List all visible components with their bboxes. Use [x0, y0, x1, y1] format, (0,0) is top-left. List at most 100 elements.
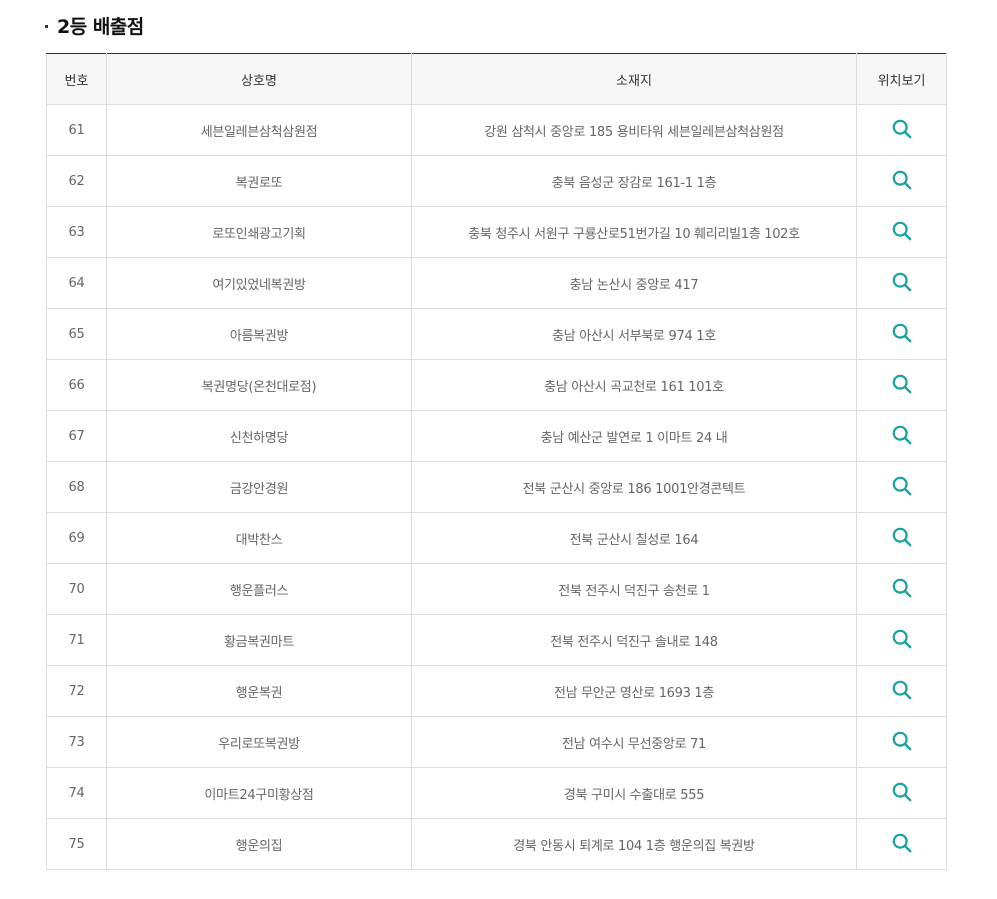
row-location-cell	[856, 818, 947, 870]
table-row: 70 행운플러스 전북 전주시 덕진구 송천로 1	[46, 563, 947, 615]
search-icon	[892, 323, 911, 343]
row-location-cell	[856, 563, 947, 615]
row-number: 74	[46, 767, 107, 819]
table-header-row: 번호 상호명 소재지 위치보기	[46, 53, 947, 105]
row-shop-name: 금강안경원	[106, 461, 412, 513]
view-location-button[interactable]	[890, 321, 914, 345]
search-icon	[892, 527, 911, 547]
row-number: 68	[46, 461, 107, 513]
row-address: 충남 논산시 중앙로 417	[411, 257, 857, 309]
row-shop-name: 복권명당(온천대로점)	[106, 359, 412, 411]
row-shop-name: 행운복권	[106, 665, 412, 717]
row-location-cell	[856, 410, 947, 462]
row-number: 64	[46, 257, 107, 309]
row-number: 75	[46, 818, 107, 870]
row-location-cell	[856, 767, 947, 819]
view-location-button[interactable]	[890, 423, 914, 447]
view-location-button[interactable]	[890, 372, 914, 396]
row-location-cell	[856, 155, 947, 207]
row-shop-name: 황금복권마트	[106, 614, 412, 666]
table-body: 61 세븐일레븐삼척삼원점 강원 삼척시 중앙로 185 용비타워 세븐일레븐삼…	[46, 104, 947, 870]
search-icon	[892, 374, 911, 394]
table-row: 75 행운의집 경북 안동시 퇴계로 104 1층 행운의집 복권방	[46, 818, 947, 870]
search-icon	[892, 425, 911, 445]
row-shop-name: 신천하명당	[106, 410, 412, 462]
search-icon	[892, 170, 911, 190]
view-location-button[interactable]	[890, 831, 914, 855]
view-location-button[interactable]	[890, 525, 914, 549]
header-address: 소재지	[411, 53, 857, 105]
view-location-button[interactable]	[890, 270, 914, 294]
row-location-cell	[856, 461, 947, 513]
view-location-button[interactable]	[890, 219, 914, 243]
row-number: 63	[46, 206, 107, 258]
search-icon	[892, 629, 911, 649]
row-address: 충남 예산군 발연로 1 이마트 24 내	[411, 410, 857, 462]
row-shop-name: 이마트24구미황상점	[106, 767, 412, 819]
row-address: 전북 군산시 칠성로 164	[411, 512, 857, 564]
row-number: 71	[46, 614, 107, 666]
search-icon	[892, 680, 911, 700]
view-location-button[interactable]	[890, 474, 914, 498]
row-address: 충남 아산시 서부북로 974 1호	[411, 308, 857, 360]
row-shop-name: 여기있었네복권방	[106, 257, 412, 309]
table-row: 64 여기있었네복권방 충남 논산시 중앙로 417	[46, 257, 947, 309]
row-number: 62	[46, 155, 107, 207]
row-number: 66	[46, 359, 107, 411]
row-location-cell	[856, 308, 947, 360]
header-location: 위치보기	[856, 53, 947, 105]
table-row: 68 금강안경원 전북 군산시 중앙로 186 1001안경콘텍트	[46, 461, 947, 513]
row-address: 강원 삼척시 중앙로 185 용비타워 세븐일레븐삼척삼원점	[411, 104, 857, 156]
row-shop-name: 대박찬스	[106, 512, 412, 564]
row-address: 전북 전주시 덕진구 솔내로 148	[411, 614, 857, 666]
row-address: 충북 음성군 장감로 161-1 1층	[411, 155, 857, 207]
row-shop-name: 행운플러스	[106, 563, 412, 615]
header-shop-name: 상호명	[106, 53, 412, 105]
row-number: 61	[46, 104, 107, 156]
row-number: 70	[46, 563, 107, 615]
row-shop-name: 복권로또	[106, 155, 412, 207]
row-address: 충남 아산시 곡교천로 161 101호	[411, 359, 857, 411]
search-icon	[892, 782, 911, 802]
search-icon	[892, 221, 911, 241]
table-row: 65 아름복권방 충남 아산시 서부북로 974 1호	[46, 308, 947, 360]
search-icon	[892, 272, 911, 292]
table-row: 69 대박찬스 전북 군산시 칠성로 164	[46, 512, 947, 564]
section-title-text: 2등 배출점	[57, 15, 144, 38]
view-location-button[interactable]	[890, 729, 914, 753]
search-icon	[892, 476, 911, 496]
table-row: 62 복권로또 충북 음성군 장감로 161-1 1층	[46, 155, 947, 207]
view-location-button[interactable]	[890, 168, 914, 192]
row-location-cell	[856, 716, 947, 768]
row-location-cell	[856, 614, 947, 666]
table-row: 66 복권명당(온천대로점) 충남 아산시 곡교천로 161 101호	[46, 359, 947, 411]
view-location-button[interactable]	[890, 678, 914, 702]
search-icon	[892, 833, 911, 853]
row-address: 경북 안동시 퇴계로 104 1층 행운의집 복권방	[411, 818, 857, 870]
row-address: 전북 군산시 중앙로 186 1001안경콘텍트	[411, 461, 857, 513]
row-shop-name: 우리로또복권방	[106, 716, 412, 768]
row-location-cell	[856, 665, 947, 717]
table-row: 73 우리로또복권방 전남 여수시 무선중앙로 71	[46, 716, 947, 768]
title-bullet	[45, 24, 48, 28]
row-location-cell	[856, 359, 947, 411]
row-number: 65	[46, 308, 107, 360]
row-location-cell	[856, 206, 947, 258]
view-location-button[interactable]	[890, 576, 914, 600]
header-number: 번호	[46, 53, 107, 105]
section-title: 2등 배출점	[45, 12, 144, 38]
search-icon	[892, 578, 911, 598]
view-location-button[interactable]	[890, 627, 914, 651]
table-row: 71 황금복권마트 전북 전주시 덕진구 솔내로 148	[46, 614, 947, 666]
table-row: 67 신천하명당 충남 예산군 발연로 1 이마트 24 내	[46, 410, 947, 462]
row-address: 충북 청주시 서원구 구룡산로51번가길 10 훼리리빌1층 102호	[411, 206, 857, 258]
view-location-button[interactable]	[890, 780, 914, 804]
table-row: 63 로또인쇄광고기획 충북 청주시 서원구 구룡산로51번가길 10 훼리리빌…	[46, 206, 947, 258]
search-icon	[892, 731, 911, 751]
winning-shops-table: 번호 상호명 소재지 위치보기 61 세븐일레븐삼척삼원점 강원 삼척시 중앙로…	[46, 53, 947, 870]
row-location-cell	[856, 257, 947, 309]
row-number: 67	[46, 410, 107, 462]
row-number: 69	[46, 512, 107, 564]
table-row: 74 이마트24구미황상점 경북 구미시 수출대로 555	[46, 767, 947, 819]
view-location-button[interactable]	[890, 117, 914, 141]
